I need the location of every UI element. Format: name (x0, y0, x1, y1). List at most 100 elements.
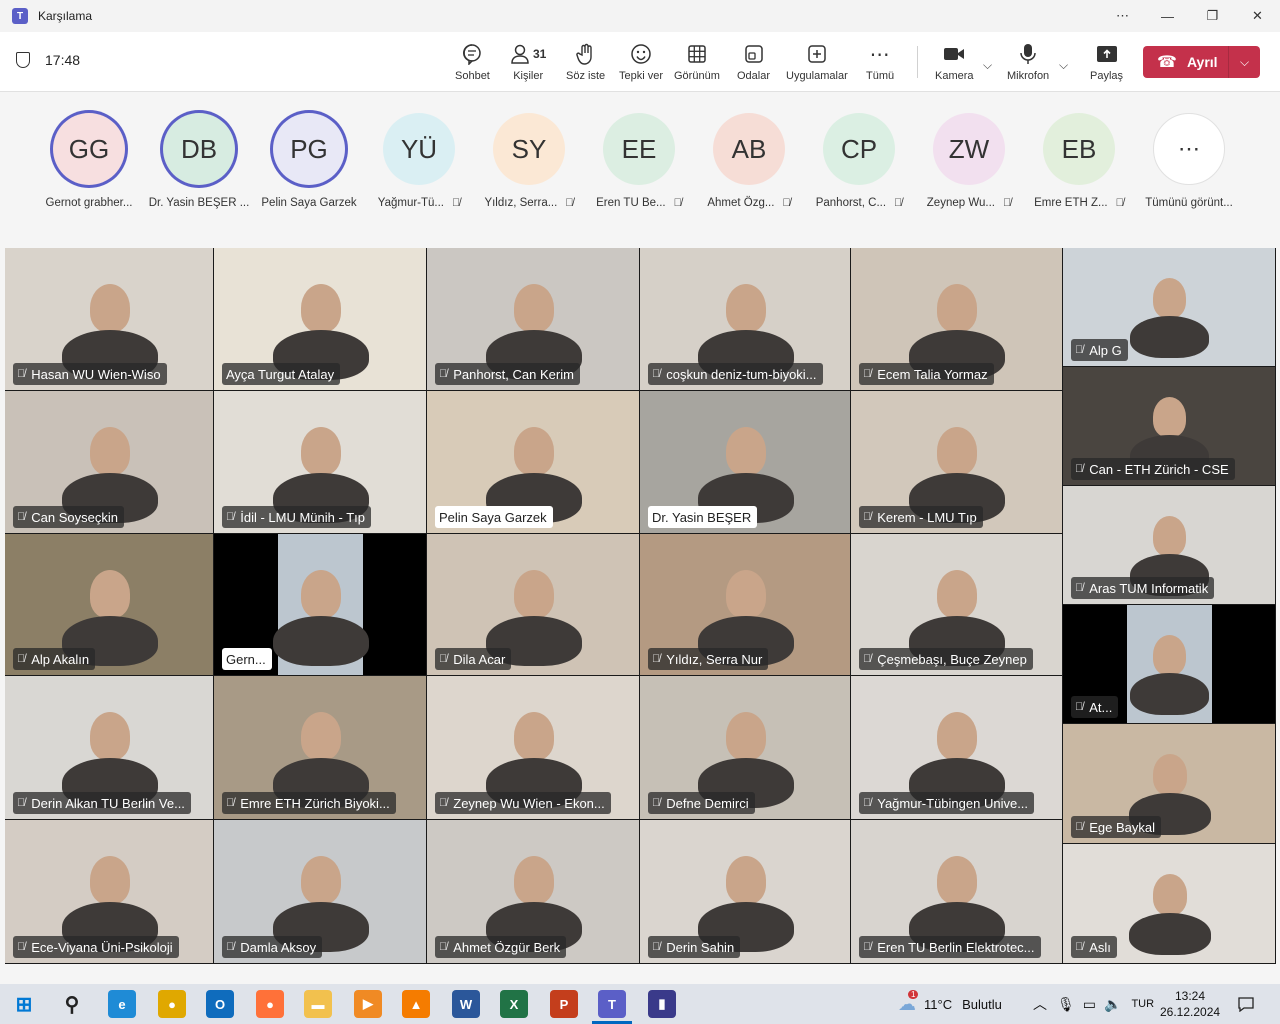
participant-avatar-item[interactable]: DB Dr. Yasin BEŞER ... (144, 113, 254, 209)
video-tile[interactable]: 🎙̸ Hasan WU Wien-Wiso (5, 248, 213, 390)
chevron-up-icon[interactable]: ︿ (1033, 994, 1047, 1014)
firefox-icon[interactable]: ● (256, 990, 284, 1018)
view-label: Görünüm (674, 70, 720, 82)
camera-options-chevron-icon[interactable]: ⌵ (983, 58, 992, 73)
mic-off-icon: 🎙̸ (652, 797, 661, 809)
participant-name-label: 🎙̸ At... (1071, 696, 1119, 718)
search-icon[interactable]: ⚲ (58, 990, 86, 1018)
more-options-icon[interactable]: ⋯ (1100, 0, 1145, 32)
video-tile[interactable]: 🎙̸ Yağmur-Tübingen Unive... (851, 676, 1062, 819)
tray-mic-icon[interactable]: 🎙 (1057, 996, 1075, 1013)
raise-hand-button[interactable]: Söz iste (566, 42, 605, 82)
leave-options-chevron-icon[interactable]: ⌵ (1228, 46, 1260, 78)
chrome-icon[interactable]: ● (158, 990, 186, 1018)
participant-avatar-item[interactable]: PG Pelin Saya Garzek (254, 113, 364, 209)
video-tile[interactable]: Ayça Turgut Atalay (214, 248, 426, 390)
participant-avatar-item[interactable]: CP Panhorst, C... 🎙̸ (804, 113, 914, 209)
view-button[interactable]: Görünüm (674, 42, 720, 82)
minimize-button[interactable]: — (1145, 0, 1190, 32)
edge-icon[interactable]: e (108, 990, 136, 1018)
participant-face (90, 570, 130, 618)
restore-button[interactable]: ❐ (1190, 0, 1235, 32)
video-tile[interactable]: 🎙̸ Yıldız, Serra Nur (640, 534, 850, 675)
mic-off-icon: 🎙̸ (17, 941, 26, 953)
video-tile[interactable]: 🎙̸ Defne Demirci (640, 676, 850, 819)
participant-name: Ayça Turgut Atalay (226, 366, 335, 382)
participant-name-label: 🎙̸ Derin Alkan TU Berlin Ve... (13, 792, 191, 814)
apps-button[interactable]: Uygulamalar (786, 42, 848, 82)
video-tile[interactable]: Dr. Yasin BEŞER (640, 391, 850, 533)
powerpoint-icon[interactable]: P (550, 990, 578, 1018)
explorer-icon[interactable]: ▬ (304, 990, 332, 1018)
participant-avatar-item[interactable]: ZW Zeynep Wu... 🎙̸ (914, 113, 1024, 209)
video-tile[interactable]: 🎙̸ Zeynep Wu Wien - Ekon... (427, 676, 639, 819)
participant-avatar-item[interactable]: GG Gernot grabher... (34, 113, 144, 209)
volume-icon[interactable]: 🔈 (1104, 996, 1121, 1013)
mic-off-icon: 🎙̸ (1075, 463, 1084, 475)
video-tile[interactable]: 🎙̸ Can Soyseçkin (5, 391, 213, 533)
video-tile[interactable]: 🎙̸ Can - ETH Zürich - CSE (1063, 367, 1275, 485)
participant-avatar-item[interactable]: YÜ Yağmur-Tü... 🎙̸ (364, 113, 474, 209)
video-tile[interactable]: 🎙̸ Ege Baykal (1063, 724, 1275, 843)
react-button[interactable]: Tepki ver (619, 42, 663, 82)
video-tile[interactable]: Pelin Saya Garzek (427, 391, 639, 533)
video-tile[interactable]: 🎙̸ At... (1063, 605, 1275, 723)
video-grid: 🎙̸ Hasan WU Wien-Wiso Ayça Turgut Atalay 🎙̸… (5, 248, 1276, 964)
video-tile[interactable]: 🎙̸ Eren TU Berlin Elektrotec... (851, 820, 1062, 963)
outlook-icon[interactable]: O (206, 990, 234, 1018)
video-tile[interactable]: 🎙̸ Derin Sahin (640, 820, 850, 963)
video-tile[interactable]: 🎙̸ Derin Alkan TU Berlin Ve... (5, 676, 213, 819)
view-all-participants[interactable]: ⋯ Tümünü görünt... (1134, 113, 1244, 209)
taskbar-clock[interactable]: 13:24 26.12.2024 (1160, 988, 1220, 1020)
chat-button[interactable]: Sohbet (455, 42, 490, 82)
leave-button[interactable]: ☎ Ayrıl ⌵ (1143, 46, 1260, 78)
participant-avatar-item[interactable]: EE Eren TU Be... 🎙̸ (584, 113, 694, 209)
notifications-icon[interactable] (1238, 984, 1254, 1024)
stocks-icon[interactable]: ▮ (648, 990, 676, 1018)
chat-label: Sohbet (455, 70, 490, 82)
video-tile[interactable]: 🎙̸ Damla Aksoy (214, 820, 426, 963)
video-tile[interactable]: 🎙̸ Kerem - LMU Tıp (851, 391, 1062, 533)
video-tile[interactable]: 🎙̸ Dila Acar (427, 534, 639, 675)
media-player-icon[interactable]: ▶ (354, 990, 382, 1018)
video-tile[interactable]: 🎙̸ İdil - LMU Münih - Tıp (214, 391, 426, 533)
video-tile[interactable]: 🎙̸ Aslı (1063, 844, 1275, 963)
microphone-button[interactable]: Mikrofon (1007, 42, 1049, 82)
teams-icon[interactable]: T (598, 990, 626, 1018)
video-tile[interactable]: 🎙̸ Ecem Talia Yormaz (851, 248, 1062, 390)
network-icon[interactable]: ▭ (1083, 996, 1096, 1013)
mic-options-chevron-icon[interactable]: ⌵ (1059, 58, 1068, 73)
language-indicator[interactable]: TUR (1131, 998, 1154, 1010)
start-icon[interactable]: ⊞ (10, 990, 38, 1018)
participant-name-label: 🎙̸ coşkun deniz-tum-biyoki... (648, 363, 823, 385)
video-tile[interactable]: 🎙̸ Ece-Viyana Üni-Psikoloji (5, 820, 213, 963)
participant-avatar-item[interactable]: EB Emre ETH Z... 🎙̸ (1024, 113, 1134, 209)
participant-name: Kerem - LMU Tıp (877, 509, 977, 525)
mic-off-icon: 🎙̸ (439, 797, 448, 809)
video-tile[interactable]: 🎙̸ Panhorst, Can Kerim (427, 248, 639, 390)
excel-icon[interactable]: X (500, 990, 528, 1018)
word-icon[interactable]: W (452, 990, 480, 1018)
people-button[interactable]: 31 Kişiler (510, 42, 546, 82)
video-tile[interactable]: 🎙̸ Ahmet Özgür Berk (427, 820, 639, 963)
vlc-icon[interactable]: ▲ (402, 990, 430, 1018)
video-tile[interactable]: 🎙̸ Aras TUM Informatik (1063, 486, 1275, 604)
mic-icon (1020, 42, 1036, 66)
share-button[interactable]: Paylaş (1090, 42, 1123, 82)
video-tile[interactable]: 🎙̸ Emre ETH Zürich Biyoki... (214, 676, 426, 819)
more-button[interactable]: ⋯ Tümü (866, 42, 894, 83)
participant-avatar-item[interactable]: SY Yıldız, Serra... 🎙̸ (474, 113, 584, 209)
weather-widget[interactable]: ☁ 1 11°C Bulutlu (898, 984, 1002, 1024)
participant-avatar-item[interactable]: AB Ahmet Özg... 🎙̸ (694, 113, 804, 209)
video-tile[interactable]: Gern... (214, 534, 426, 675)
video-tile[interactable]: 🎙̸ coşkun deniz-tum-biyoki... (640, 248, 850, 390)
video-tile[interactable]: 🎙̸ Alp G (1063, 248, 1275, 366)
participant-body (273, 616, 369, 666)
video-tile[interactable]: 🎙̸ Çeşmebaşı, Buçe Zeynep (851, 534, 1062, 675)
video-tile[interactable]: 🎙̸ Alp Akalın (5, 534, 213, 675)
participant-name-label: 🎙̸ Eren TU Berlin Elektrotec... (859, 936, 1041, 958)
close-button[interactable]: ✕ (1235, 0, 1280, 32)
share-label: Paylaş (1090, 70, 1124, 82)
rooms-button[interactable]: Odalar (737, 42, 770, 82)
camera-button[interactable]: Kamera (935, 42, 974, 82)
